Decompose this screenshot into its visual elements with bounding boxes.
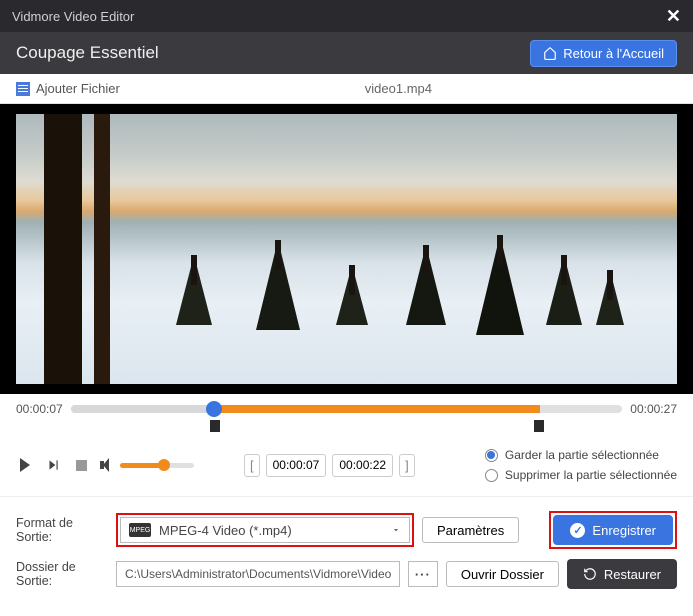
step-button[interactable]	[44, 456, 62, 474]
settings-button[interactable]: Paramètres	[422, 517, 519, 543]
add-file-button[interactable]: Ajouter Fichier	[16, 81, 120, 96]
play-button[interactable]	[16, 456, 34, 474]
radio-off-icon	[485, 469, 498, 482]
in-time-field[interactable]: 00:00:07	[266, 454, 327, 477]
page-title: Coupage Essentiel	[16, 43, 159, 63]
settings-label: Paramètres	[437, 523, 504, 538]
output-format-value: MPEG-4 Video (*.mp4)	[159, 523, 292, 538]
timeline-track[interactable]	[71, 405, 623, 413]
save-label: Enregistrer	[592, 523, 656, 538]
volume-slider[interactable]	[120, 463, 194, 468]
bracket-right-icon: ]	[405, 458, 409, 473]
out-time-value: 00:00:22	[339, 458, 386, 472]
save-button[interactable]: ✓ Enregistrer	[553, 515, 673, 545]
trim-out-handle[interactable]	[534, 420, 544, 432]
add-file-label: Ajouter Fichier	[36, 81, 120, 96]
app-title: Vidmore Video Editor	[12, 9, 134, 24]
stop-button[interactable]	[72, 456, 90, 474]
set-in-button[interactable]: [	[244, 454, 260, 477]
out-time-field[interactable]: 00:00:22	[332, 454, 393, 477]
home-label: Retour à l'Accueil	[563, 46, 664, 61]
output-format-select[interactable]: MPEG MPEG-4 Video (*.mp4)	[120, 517, 410, 543]
play-icon	[20, 458, 30, 472]
delete-selection-label: Supprimer la partie sélectionnée	[505, 468, 677, 482]
in-time-value: 00:00:07	[273, 458, 320, 472]
step-forward-icon	[46, 458, 60, 472]
timeline-end-time: 00:00:27	[630, 402, 677, 416]
output-folder-label: Dossier de Sortie:	[16, 560, 108, 588]
timeline-start-time: 00:00:07	[16, 402, 63, 416]
radio-on-icon	[485, 449, 498, 462]
home-icon	[543, 46, 557, 60]
chevron-down-icon	[391, 525, 401, 535]
video-preview-area	[0, 104, 693, 394]
keep-selection-radio[interactable]: Garder la partie sélectionnée	[485, 448, 677, 462]
stop-icon	[76, 460, 87, 471]
close-icon[interactable]: ✕	[666, 6, 681, 27]
restore-button[interactable]: Restaurer	[567, 559, 677, 589]
film-icon	[16, 82, 30, 96]
mpeg-icon: MPEG	[129, 523, 151, 537]
check-circle-icon: ✓	[570, 523, 585, 538]
bracket-left-icon: [	[250, 458, 254, 473]
set-out-button[interactable]: ]	[399, 454, 415, 477]
volume-icon[interactable]	[100, 458, 114, 472]
home-button[interactable]: Retour à l'Accueil	[530, 40, 677, 67]
playhead-handle[interactable]	[206, 401, 222, 417]
output-folder-input[interactable]	[116, 561, 400, 587]
trim-in-handle[interactable]	[210, 420, 220, 432]
restore-label: Restaurer	[604, 567, 661, 582]
current-filename: video1.mp4	[365, 81, 432, 96]
delete-selection-radio[interactable]: Supprimer la partie sélectionnée	[485, 468, 677, 482]
restore-icon	[583, 567, 597, 581]
keep-selection-label: Garder la partie sélectionnée	[505, 448, 659, 462]
open-folder-button[interactable]: Ouvrir Dossier	[446, 561, 559, 587]
browse-folder-button[interactable]: ···	[408, 561, 438, 587]
output-format-label: Format de Sortie:	[16, 516, 108, 544]
open-folder-label: Ouvrir Dossier	[461, 567, 544, 582]
video-preview[interactable]	[16, 114, 677, 384]
